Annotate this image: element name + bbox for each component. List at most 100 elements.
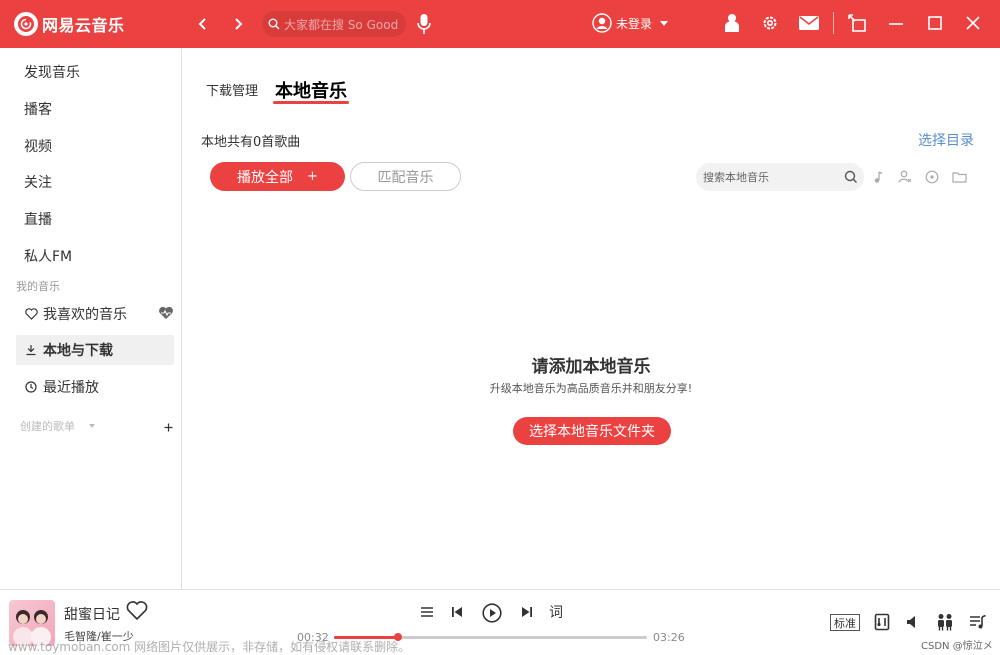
- list-order-icon: [421, 607, 433, 617]
- minimize-button[interactable]: [885, 12, 907, 34]
- playlist-mode-button[interactable]: [417, 602, 437, 622]
- play-icon: [482, 603, 502, 623]
- filter-by-artist-icon[interactable]: [897, 169, 913, 185]
- skip-previous-icon: [452, 607, 462, 617]
- tab-download-management[interactable]: 下载管理: [206, 80, 258, 99]
- sidebar: 发现音乐 播客 视频 关注 直播 私人FM 我的音乐 我喜欢的音乐 本地与下载: [0, 48, 182, 589]
- sound-effect-icon: [874, 613, 890, 631]
- sidebar-item-local-download[interactable]: 本地与下载: [16, 335, 174, 365]
- volume-button[interactable]: [903, 612, 923, 632]
- voice-search-button[interactable]: [416, 13, 432, 39]
- sidebar-item-personal-fm[interactable]: 私人FM: [16, 241, 174, 271]
- dropdown-caret-icon: [660, 20, 669, 26]
- filter-by-album-icon[interactable]: [924, 169, 940, 185]
- chevron-down-icon: [89, 424, 95, 428]
- sidebar-item-liked-music[interactable]: 我喜欢的音乐: [16, 299, 174, 329]
- lyrics-button[interactable]: 词: [549, 602, 563, 622]
- listen-together-icon: [938, 614, 952, 631]
- sidebar-item-video[interactable]: 视频: [16, 131, 174, 161]
- play-pause-button[interactable]: [481, 602, 503, 624]
- local-search-field[interactable]: [696, 163, 864, 191]
- sidebar-item-podcast[interactable]: 播客: [16, 94, 174, 124]
- heartbeat-mode-icon[interactable]: [158, 306, 174, 324]
- back-button[interactable]: [193, 14, 213, 34]
- search-placeholder: 大家都在搜 So Good: [284, 17, 399, 32]
- forward-button[interactable]: [228, 14, 248, 34]
- listen-together-button[interactable]: [935, 612, 955, 632]
- sidebar-item-label: 发现音乐: [24, 65, 80, 81]
- local-song-count: 本地共有0首歌曲: [201, 135, 301, 150]
- clock-icon: [24, 380, 38, 394]
- sidebar-item-label: 播客: [24, 102, 52, 118]
- maximize-button[interactable]: [924, 12, 946, 34]
- close-button[interactable]: [962, 12, 984, 34]
- app-logo[interactable]: 网易云音乐: [14, 12, 125, 36]
- like-song-button[interactable]: [126, 601, 148, 625]
- person-icon: [725, 14, 739, 32]
- plus-icon: [164, 423, 173, 432]
- csdn-credit: CSDN @惊泣メ: [921, 641, 993, 652]
- mini-mode-button[interactable]: [846, 12, 868, 34]
- filter-by-song-icon[interactable]: [870, 169, 886, 185]
- song-title[interactable]: 甜蜜日记: [64, 604, 120, 624]
- global-search-input[interactable]: 大家都在搜 So Good: [262, 11, 406, 37]
- created-playlists-title: 创建的歌单: [20, 420, 75, 433]
- search-icon: [268, 18, 280, 30]
- folder-icon[interactable]: [951, 169, 967, 185]
- sidebar-item-recent-play[interactable]: 最近播放: [16, 372, 174, 402]
- user-name: 未登录: [616, 16, 653, 31]
- chevron-left-icon: [198, 18, 206, 30]
- created-playlists-header[interactable]: 创建的歌单: [20, 418, 95, 434]
- add-to-queue-icon[interactable]: +: [307, 169, 318, 184]
- sidebar-item-label: 视频: [24, 139, 52, 155]
- sidebar-item-label: 最近播放: [43, 380, 99, 396]
- maximize-icon: [928, 16, 942, 30]
- minimize-icon: [889, 23, 903, 25]
- my-music-section-title: 我的音乐: [16, 280, 60, 293]
- skip-next-icon: [522, 607, 532, 617]
- heart-icon: [24, 307, 38, 321]
- sidebar-item-discover[interactable]: 发现音乐: [16, 57, 174, 87]
- toolbar-divider: [833, 12, 834, 34]
- sound-quality-button[interactable]: 标准: [830, 614, 860, 631]
- sidebar-item-label: 私人FM: [24, 249, 73, 265]
- choose-directory-link[interactable]: 选择目录: [918, 130, 974, 150]
- app-window: 网易云音乐 大家都在搜 So Good 未登录 发现音乐 播客 视频 关注 直播…: [0, 0, 1000, 655]
- download-icon: [24, 343, 38, 357]
- match-music-button[interactable]: 匹配音乐: [350, 162, 461, 191]
- play-all-label: 播放全部: [237, 169, 294, 186]
- app-title: 网易云音乐: [42, 16, 125, 35]
- heart-icon: [126, 601, 148, 621]
- empty-state-subtitle: 升级本地音乐为高品质音乐并和朋友分享!: [489, 382, 693, 395]
- netease-logo-icon: [14, 12, 38, 36]
- sidebar-item-label: 我喜欢的音乐: [43, 307, 127, 323]
- next-track-button[interactable]: [517, 602, 537, 622]
- sidebar-item-follow[interactable]: 关注: [16, 167, 174, 197]
- empty-state-title: 请添加本地音乐: [531, 357, 651, 377]
- vip-button[interactable]: [721, 12, 743, 34]
- chevron-right-icon: [235, 18, 243, 30]
- sound-effect-button[interactable]: [872, 612, 892, 632]
- gear-icon: [763, 16, 777, 30]
- top-bar: 网易云音乐 大家都在搜 So Good 未登录: [0, 0, 1000, 48]
- play-all-button[interactable]: 播放全部 +: [210, 162, 345, 191]
- sidebar-item-label: 直播: [24, 212, 52, 228]
- sidebar-item-live[interactable]: 直播: [16, 204, 174, 234]
- player-bar: 甜蜜日记 毛智隆/崔一少 词 00:32 03:26 标准 www.toymob…: [0, 589, 1000, 655]
- select-local-folder-button[interactable]: 选择本地音乐文件夹: [513, 417, 671, 445]
- previous-track-button[interactable]: [447, 602, 467, 622]
- queue-list-icon: [970, 614, 986, 629]
- create-playlist-button[interactable]: [164, 420, 173, 436]
- settings-button[interactable]: [759, 12, 781, 34]
- search-icon[interactable]: [844, 169, 858, 188]
- play-queue-button[interactable]: [968, 612, 988, 632]
- watermark-text: www.toymoban.com 网络图片仅供展示，非存储，如有侵权请联系删除。: [8, 640, 411, 654]
- tab-local-music[interactable]: 本地音乐: [275, 77, 347, 103]
- user-login[interactable]: 未登录: [592, 13, 669, 33]
- local-search-input[interactable]: [703, 170, 833, 184]
- mail-icon: [799, 16, 819, 30]
- messages-button[interactable]: [798, 12, 820, 34]
- mini-player-icon: [848, 14, 866, 32]
- speaker-icon: [907, 616, 915, 628]
- sidebar-item-label: 关注: [24, 175, 52, 191]
